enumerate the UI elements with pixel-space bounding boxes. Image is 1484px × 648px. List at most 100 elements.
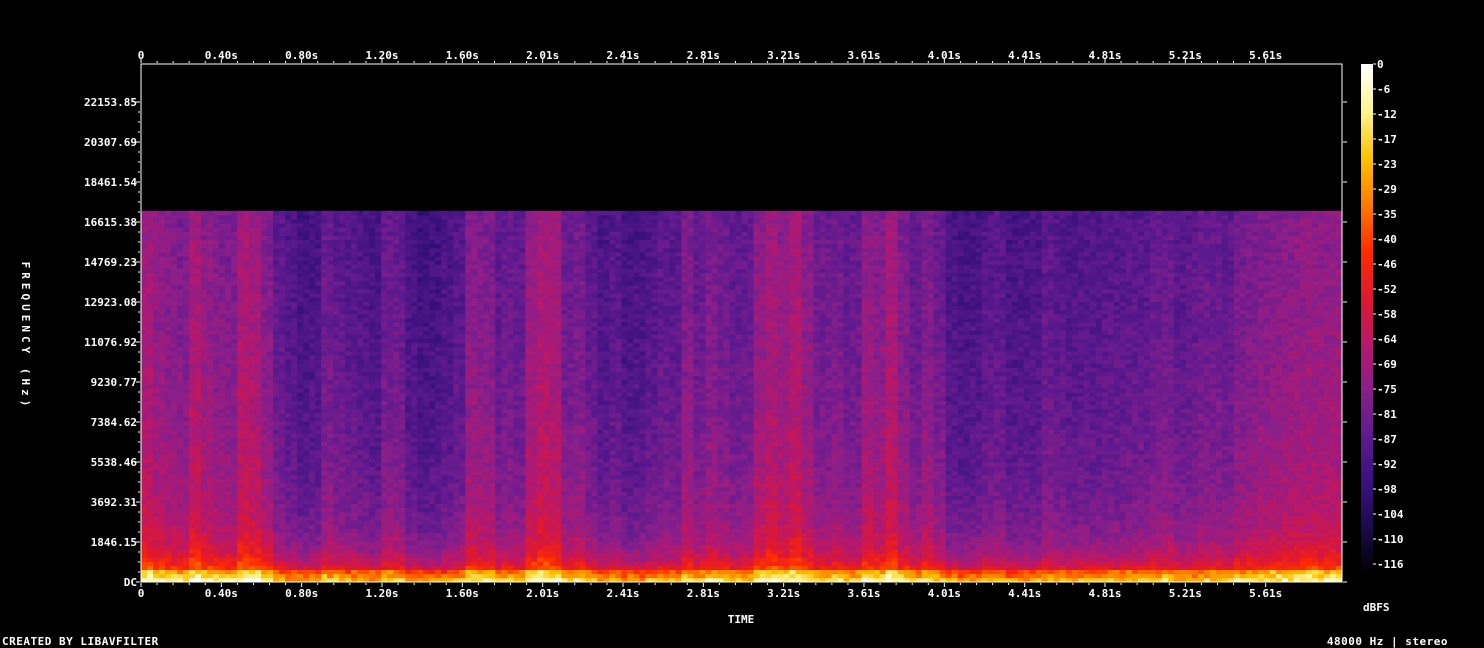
spectrogram-cell — [375, 504, 381, 509]
spectrogram-cell — [327, 553, 333, 558]
spectrogram-cell — [441, 273, 447, 278]
spectrogram-cell — [207, 421, 213, 426]
spectrogram-cell — [291, 401, 297, 406]
spectrogram-cell — [195, 252, 201, 257]
spectrogram-cell — [393, 326, 399, 331]
spectrogram-cell — [231, 273, 237, 278]
spectrogram-cell — [375, 306, 381, 311]
spectrogram-cell — [183, 231, 189, 236]
spectrogram-cell — [393, 421, 399, 426]
spectrogram-cell — [447, 462, 453, 467]
spectrogram-cell — [429, 347, 435, 352]
spectrogram-cell — [435, 372, 441, 377]
spectrogram-cell — [189, 330, 195, 335]
spectrogram-cell — [423, 297, 429, 302]
spectrogram-cell — [441, 520, 447, 525]
spectrogram-cell — [213, 310, 219, 315]
spectrogram-cell — [459, 409, 465, 414]
spectrogram-cell — [339, 293, 345, 298]
spectrogram-cell — [153, 533, 159, 538]
spectrogram-cell — [459, 326, 465, 331]
spectrogram-cell — [417, 549, 423, 554]
spectrogram-cell — [243, 277, 249, 282]
spectrogram-cell — [171, 368, 177, 373]
spectrogram-cell — [171, 401, 177, 406]
spectrogram-cell — [387, 326, 393, 331]
spectrogram-cell — [321, 467, 327, 472]
spectrogram-cell — [459, 561, 465, 566]
spectrogram-cell — [411, 285, 417, 290]
spectrogram-cell — [369, 302, 375, 307]
spectrogram-cell — [435, 438, 441, 443]
spectrogram-cell — [387, 256, 393, 261]
spectrogram-cell — [369, 533, 375, 538]
spectrogram-cell — [453, 442, 459, 447]
spectrogram-cell — [465, 396, 471, 401]
spectrogram-cell — [387, 273, 393, 278]
spectrogram-cell — [183, 392, 189, 397]
spectrogram-cell — [381, 533, 387, 538]
spectrogram-cell — [291, 211, 297, 216]
spectrogram-cell — [429, 269, 435, 274]
spectrogram-cell — [381, 306, 387, 311]
spectrogram-cell — [411, 326, 417, 331]
spectrogram-cell — [381, 479, 387, 484]
spectrogram-cell — [333, 541, 339, 546]
spectrogram-cell — [159, 553, 165, 558]
spectrogram-cell — [189, 442, 195, 447]
spectrogram-cell — [441, 297, 447, 302]
spectrogram-cell — [279, 388, 285, 393]
spectrogram-cell — [243, 409, 249, 414]
spectrogram-cell — [147, 347, 153, 352]
spectrogram-cell — [333, 368, 339, 373]
spectrogram-cell — [261, 442, 267, 447]
spectrogram-cell — [429, 545, 435, 550]
spectrogram-cell — [357, 339, 363, 344]
spectrogram-cell — [297, 372, 303, 377]
spectrogram-cell — [363, 429, 369, 434]
spectrogram-cell — [411, 483, 417, 488]
spectrogram-cell — [159, 495, 165, 500]
spectrogram-cell — [387, 409, 393, 414]
spectrogram-cell — [201, 421, 207, 426]
spectrogram-cell — [255, 281, 261, 286]
spectrogram-cell — [183, 302, 189, 307]
spectrogram-cell — [459, 533, 465, 538]
spectrogram-cell — [345, 434, 351, 439]
spectrogram-cell — [159, 343, 165, 348]
spectrogram-cell — [417, 223, 423, 228]
spectrogram-cell — [357, 454, 363, 459]
spectrogram-cell — [141, 446, 147, 451]
spectrogram-cell — [255, 297, 261, 302]
spectrogram-cell — [165, 326, 171, 331]
spectrogram-cell — [459, 236, 465, 241]
spectrogram-cell — [345, 483, 351, 488]
spectrogram-cell — [405, 561, 411, 566]
spectrogram-cell — [357, 566, 363, 571]
spectrogram-cell — [249, 376, 255, 381]
spectrogram-cell — [327, 260, 333, 265]
spectrogram-cell — [459, 504, 465, 509]
spectrogram-cell — [219, 322, 225, 327]
spectrogram-cell — [381, 524, 387, 529]
spectrogram-cell — [411, 524, 417, 529]
spectrogram-cell — [255, 446, 261, 451]
spectrogram-cell — [321, 347, 327, 352]
spectrogram-cell — [303, 297, 309, 302]
spectrogram-cell — [369, 368, 375, 373]
spectrogram-cell — [273, 561, 279, 566]
spectrogram-cell — [255, 223, 261, 228]
spectrogram-cell — [303, 512, 309, 517]
spectrogram-cell — [243, 512, 249, 517]
spectrogram-cell — [411, 574, 417, 579]
spectrogram-cell — [429, 330, 435, 335]
spectrogram-cell — [225, 528, 231, 533]
spectrogram-cell — [183, 285, 189, 290]
spectrogram-cell — [315, 285, 321, 290]
spectrogram-cell — [207, 260, 213, 265]
spectrogram-cell — [393, 442, 399, 447]
spectrogram-cell — [405, 512, 411, 517]
spectrogram-cell — [387, 376, 393, 381]
spectrogram-cell — [351, 479, 357, 484]
spectrogram-cell — [381, 285, 387, 290]
